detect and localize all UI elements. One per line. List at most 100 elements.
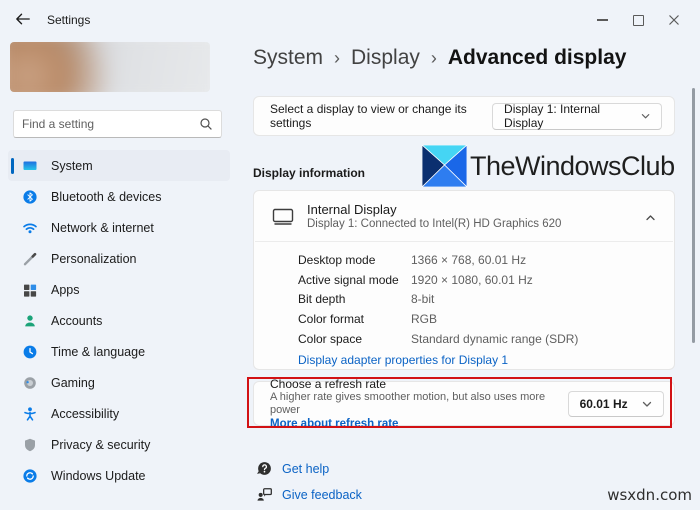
sidebar-item-label: Time & language [51,344,146,359]
row-value: 1920 × 1080, 60.01 Hz [411,272,533,287]
feedback-icon [256,486,273,503]
sidebar-item-network-internet[interactable]: Network & internet [8,212,230,243]
minimize-icon [596,19,608,21]
monitor-icon [271,205,295,227]
back-arrow-icon [16,13,30,25]
apps-icon [22,282,38,298]
sidebar-item-label: Privacy & security [51,437,151,452]
thewindowsclub-logo-icon [422,145,467,187]
maximize-button[interactable] [620,0,656,40]
table-row: Active signal mode 1920 × 1080, 60.01 Hz [298,270,674,290]
search-icon[interactable] [199,117,213,131]
refresh-rate-title: Choose a refresh rate [270,376,387,391]
system-icon [22,158,38,174]
breadcrumb-system[interactable]: System [253,46,323,70]
get-help-label: Get help [282,461,330,476]
refresh-rate-dropdown[interactable]: 60.01 Hz [567,390,664,417]
table-row: Bit depth 8-bit [298,289,674,309]
close-button[interactable] [656,0,692,40]
chevron-down-icon [641,114,650,119]
sidebar-item-personalization[interactable]: Personalization [8,243,230,274]
settings-window: Settings Find a setting System Bluetooth… [0,0,700,510]
site-watermark: wsxdn.com [607,486,692,504]
selection-indicator [11,157,14,174]
thewindowsclub-watermark: TheWindowsClub [422,145,675,187]
sidebar-item-bluetooth-devices[interactable]: Bluetooth & devices [8,181,230,212]
sidebar-item-accounts[interactable]: Accounts [8,305,230,336]
breadcrumb-separator: › [334,48,341,68]
table-row: Color space Standard dynamic range (SDR) [298,329,674,349]
chevron-down-icon [642,401,652,407]
thewindowsclub-text: TheWindowsClub [470,150,675,181]
sidebar-item-label: Gaming [51,375,95,390]
accessibility-icon [22,406,38,422]
network-icon [22,220,38,236]
bluetooth-icon [22,189,38,205]
row-value: 1366 × 768, 60.01 Hz [411,252,527,267]
table-row: Color format RGB [298,309,674,329]
breadcrumb: System › Display › Advanced display [253,46,626,70]
sidebar-item-label: Bluetooth & devices [51,189,162,204]
row-value: RGB [411,311,438,326]
sidebar-item-label: Apps [51,282,80,297]
display-info-header[interactable]: Internal Display Display 1: Connected to… [254,191,674,241]
gaming-icon [22,375,38,391]
sidebar-item-label: Network & internet [51,220,154,235]
sidebar-item-gaming[interactable]: Gaming [8,367,230,398]
display-information-card: Internal Display Display 1: Connected to… [253,190,675,370]
row-value: 8-bit [411,292,435,307]
more-about-refresh-rate-link[interactable]: More about refresh rate [270,417,568,431]
sidebar-item-apps[interactable]: Apps [8,274,230,305]
row-label: Active signal mode [298,272,399,287]
personalization-icon [22,251,38,267]
section-title: Display information [253,166,366,180]
search-box[interactable] [13,110,222,138]
get-help-link[interactable]: Get help [256,460,329,477]
row-label: Bit depth [298,292,346,307]
sidebar-item-label: Personalization [51,251,137,266]
close-icon [669,15,679,25]
sidebar-item-label: Accounts [51,313,103,328]
sidebar-item-label: System [51,158,93,173]
display-selector-dropdown[interactable]: Display 1: Internal Display [492,102,662,130]
accounts-icon [22,313,38,329]
display-selector-label: Select a display to view or change its s… [270,102,467,130]
privacy-icon [22,437,38,453]
help-icon [256,460,273,477]
sidebar-item-label: Accessibility [51,406,120,421]
time-language-icon [22,344,38,360]
back-button[interactable] [14,10,34,30]
table-row: Desktop mode 1366 × 768, 60.01 Hz [298,250,674,270]
row-label: Color space [298,331,363,346]
display-subtitle: Display 1: Connected to Intel(R) HD Grap… [307,217,562,230]
windows-update-icon [22,468,38,484]
give-feedback-label: Give feedback [282,487,362,502]
sidebar-item-system[interactable]: System [8,150,230,181]
row-value: Standard dynamic range (SDR) [411,331,579,346]
display-adapter-properties-link[interactable]: Display adapter properties for Display 1 [298,353,508,367]
refresh-rate-description: A higher rate gives smoother motion, but… [270,390,546,416]
user-profile-blurred[interactable] [10,42,210,92]
minimize-button[interactable] [584,0,620,40]
sidebar-item-privacy-security[interactable]: Privacy & security [8,429,230,460]
page-title: Advanced display [447,46,627,69]
breadcrumb-display[interactable]: Display [351,46,420,70]
display-info-rows: Desktop mode 1366 × 768, 60.01 Hz Active… [254,242,674,369]
scrollbar[interactable] [692,88,695,343]
sidebar-item-label: Windows Update [51,468,146,483]
display-selector-card: Select a display to view or change its s… [253,96,675,136]
give-feedback-link[interactable]: Give feedback [256,486,362,503]
sidebar-item-windows-update[interactable]: Windows Update [8,460,230,491]
sidebar-item-time-language[interactable]: Time & language [8,336,230,367]
display-name: Internal Display [307,201,397,217]
display-selector-value: Display 1: Internal Display [504,102,601,130]
chevron-up-icon[interactable] [645,209,656,227]
profile-blur [10,42,210,92]
refresh-rate-card: Choose a refresh rate A higher rate give… [253,377,675,430]
search-input[interactable] [14,117,199,131]
row-label: Color format [298,311,365,326]
titlebar: Settings [0,0,700,40]
window-title: Settings [47,13,91,27]
breadcrumb-separator: › [430,48,437,68]
sidebar-item-accessibility[interactable]: Accessibility [8,398,230,429]
